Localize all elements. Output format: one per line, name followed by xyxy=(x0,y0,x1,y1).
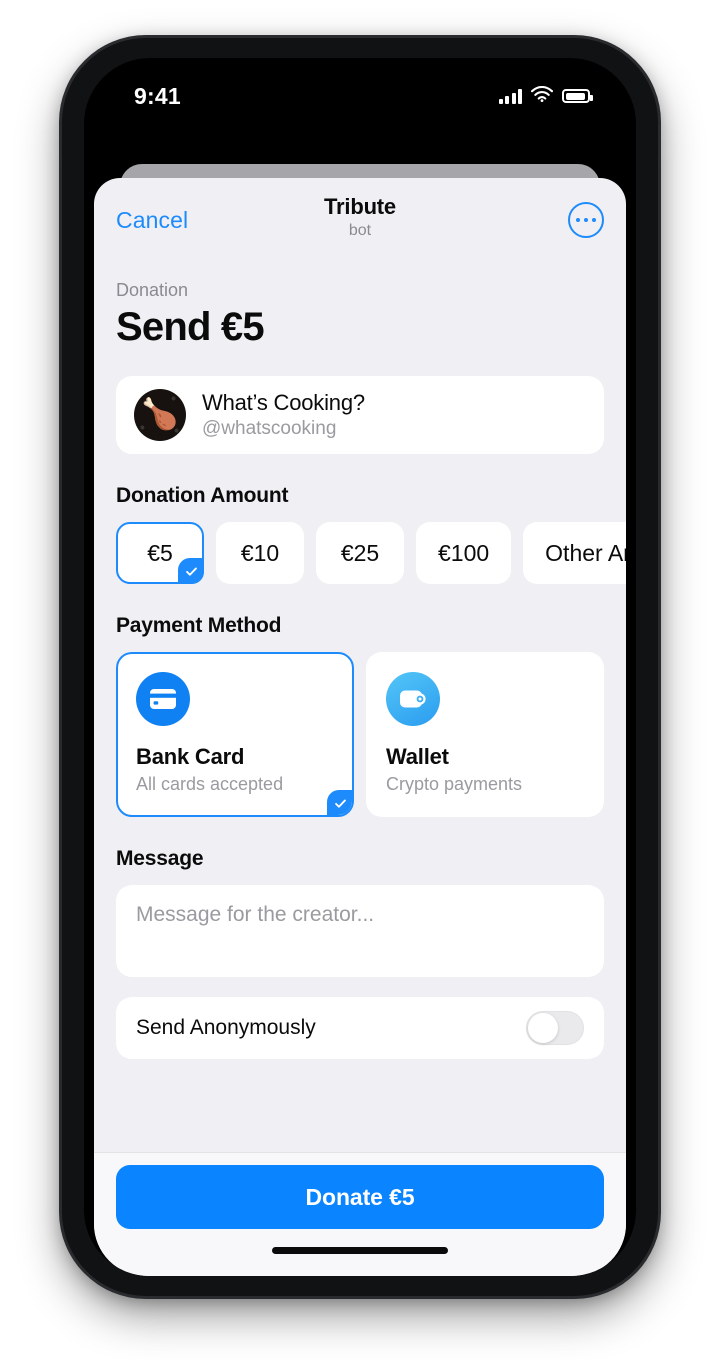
sheet-content: Donation Send €5 🍗 What’s Cooking? @what… xyxy=(94,262,626,1276)
donation-eyebrow: Donation xyxy=(116,280,189,300)
send-anonymously-label: Send Anonymously xyxy=(136,1016,316,1039)
amount-chip-other[interactable]: Other Amount xyxy=(523,522,626,584)
donation-headline: Send €5 xyxy=(116,305,265,349)
status-bar: 9:41 xyxy=(84,58,636,134)
phone-screen: 9:41 Cancel Tribute bot Donation Send €5… xyxy=(84,58,636,1276)
sheet-footer: Donate €5 xyxy=(94,1152,626,1276)
payment-method-title: Bank Card xyxy=(136,744,245,769)
amount-chip-25[interactable]: €25 xyxy=(316,522,404,584)
amount-chip-row[interactable]: €5 €10 €25 €100 Other A xyxy=(94,522,626,584)
more-dots-icon[interactable] xyxy=(568,202,604,238)
payment-method-wallet[interactable]: Wallet Crypto payments xyxy=(366,652,604,817)
amount-chip-label: €5 xyxy=(147,539,173,566)
sheet-navbar: Cancel Tribute bot xyxy=(94,178,626,262)
amount-chip-100[interactable]: €100 xyxy=(416,522,512,584)
header-block: Donation Send €5 🍗 What’s Cooking? @what… xyxy=(94,280,626,508)
screenshot-stage: 9:41 Cancel Tribute bot Donation Send €5… xyxy=(0,0,720,1360)
wifi-icon xyxy=(530,85,554,107)
avatar-emoji: 🍗 xyxy=(141,398,179,431)
creator-name: What’s Cooking? xyxy=(202,390,365,415)
roast-poultry-avatar: 🍗 xyxy=(134,389,186,441)
payment-method-subtitle: Crypto payments xyxy=(386,774,523,794)
cancel-button[interactable]: Cancel xyxy=(116,207,188,234)
creator-handle: @whatscooking xyxy=(202,418,337,439)
send-anonymously-toggle[interactable] xyxy=(526,1011,584,1045)
amount-chip-label: €10 xyxy=(240,539,280,566)
wallet-icon xyxy=(386,672,440,726)
status-bar-time: 9:41 xyxy=(134,82,181,109)
payment-method-title: Wallet xyxy=(386,744,449,769)
check-icon xyxy=(178,558,204,584)
creator-text: What’s Cooking? @whatscooking xyxy=(202,390,365,440)
credit-card-icon xyxy=(136,672,190,726)
bot-sheet: Cancel Tribute bot Donation Send €5 🍗 Wh… xyxy=(94,178,626,1276)
payment-method-bank-card[interactable]: Bank Card All cards accepted xyxy=(116,652,354,817)
toggle-knob xyxy=(528,1013,558,1043)
payment-method-list: Bank Card All cards accepted Wallet Cryp… xyxy=(116,652,604,817)
battery-icon xyxy=(562,89,593,103)
creator-card[interactable]: 🍗 What’s Cooking? @whatscooking xyxy=(116,376,604,454)
signal-bars-icon xyxy=(498,88,522,104)
donate-button[interactable]: Donate €5 xyxy=(116,1165,604,1229)
payment-block: Payment Method Bank Card All cards accep… xyxy=(94,614,626,1059)
check-icon xyxy=(327,790,352,815)
amount-chip-label: €100 xyxy=(438,539,490,566)
amount-chip-label: Other Amount xyxy=(545,539,626,566)
status-bar-icons xyxy=(498,85,593,107)
send-anonymously-row[interactable]: Send Anonymously xyxy=(116,997,604,1059)
amount-chip-5[interactable]: €5 xyxy=(116,522,204,584)
message-input[interactable]: Message for the creator... xyxy=(116,885,604,977)
amount-chip-10[interactable]: €10 xyxy=(216,522,304,584)
message-section-title: Message xyxy=(116,847,204,870)
amount-section-title: Donation Amount xyxy=(116,484,289,507)
amount-chip-label: €25 xyxy=(340,539,380,566)
payment-method-subtitle: All cards accepted xyxy=(136,774,284,794)
payment-section-title: Payment Method xyxy=(116,614,282,637)
home-indicator xyxy=(272,1247,448,1254)
